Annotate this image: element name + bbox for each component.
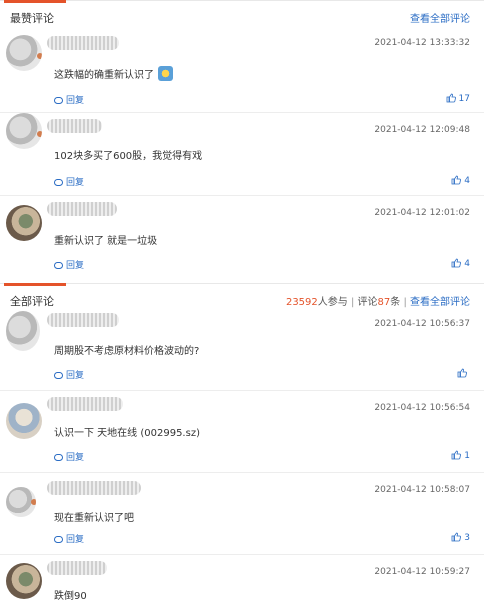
comments-count: 87 [377,297,391,308]
avatar[interactable] [6,487,36,517]
like-button[interactable]: 17 [446,93,470,104]
comment-item: 2021-04-12 10:56:37 周期股不考虑原材料价格波动的? 回复 [0,311,484,391]
view-all-comments-link[interactable]: 查看全部评论 [410,297,470,308]
level-badge [31,499,36,505]
comment-item: 2021-04-12 10:58:07 现在重新认识了吧 回复 3 [0,473,484,555]
all-comments-section: 全部评论 23592人参与 | 评论87条 | 查看全部评论 2021-04-1… [0,283,484,601]
top-comments-section: 最赞评论 查看全部评论 2021-04-12 13:33:32 这跌幅的确重新认… [0,0,484,283]
like-button[interactable] [457,368,470,379]
level-badge [37,53,42,59]
comment-time: 2021-04-12 12:01:02 [374,208,470,218]
comment-text: 跌倒90 [54,591,87,601]
thumbs-up-icon [446,93,456,103]
divider: | [403,297,407,308]
top-comments-header: 最赞评论 查看全部评论 [0,0,484,28]
comment-item: 2021-04-12 12:01:02 重新认识了 就是一垃圾 回复 4 [0,196,484,282]
comment-text: 认识一下 天地在线 (002995.sz) [54,428,200,439]
like-button[interactable]: 4 [451,175,470,186]
like-button[interactable]: 4 [451,258,470,269]
reply-button[interactable]: 回复 [54,450,84,463]
username-redacted[interactable] [47,313,119,327]
comment-time: 2021-04-12 10:59:27 [374,567,470,577]
avatar[interactable] [6,35,42,71]
comment-time: 2021-04-12 10:58:07 [374,485,470,495]
section-accent-bar [4,283,66,286]
username-redacted[interactable] [47,397,123,411]
speech-bubble-icon [54,454,63,461]
section-accent-bar [4,0,66,3]
avatar[interactable] [6,113,42,149]
comment-text: 102块多买了600股，我觉得有戏 [54,151,203,162]
participants-count: 23592 [285,297,318,308]
emoji-icon [158,66,173,81]
reply-button[interactable]: 回复 [54,368,84,381]
thumbs-up-icon [451,175,462,185]
participants-label: 人参与 [317,297,348,308]
comment-time: 2021-04-12 10:56:37 [374,319,470,329]
all-comments-header: 全部评论 23592人参与 | 评论87条 | 查看全部评论 [0,283,484,311]
comment-text: 现在重新认识了吧 [54,513,134,524]
speech-bubble-icon [54,179,63,186]
username-redacted[interactable] [47,202,117,216]
comment-time: 2021-04-12 12:09:48 [374,125,470,135]
comment-text: 这跌幅的确重新认识了 [54,66,173,81]
avatar[interactable] [6,563,42,599]
comment-text: 重新认识了 就是一垃圾 [54,236,158,247]
speech-bubble-icon [54,536,63,543]
like-button[interactable]: 1 [451,450,470,461]
avatar[interactable] [6,403,42,439]
section-title: 全部评论 [10,295,54,308]
comments-label-suffix: 条 [390,297,401,308]
avatar[interactable] [6,311,40,351]
comment-item: 2021-04-12 10:59:27 跌倒90 [0,555,484,601]
comment-time: 2021-04-12 13:33:32 [374,38,470,48]
username-redacted[interactable] [47,36,119,50]
thumbs-up-icon [457,368,467,378]
comment-item: 2021-04-12 12:09:48 102块多买了600股，我觉得有戏 回复… [0,113,484,196]
thumbs-up-icon [451,450,462,460]
reply-button[interactable]: 回复 [54,258,84,271]
username-redacted[interactable] [47,481,141,495]
comment-stats: 23592人参与 | 评论87条 | 查看全部评论 [286,293,470,308]
comments-label: 评论 [357,297,378,308]
speech-bubble-icon [54,262,63,269]
username-redacted[interactable] [47,119,102,133]
thumbs-up-icon [451,258,462,268]
avatar[interactable] [6,205,42,241]
divider: | [350,297,355,308]
speech-bubble-icon [54,97,63,104]
section-title: 最赞评论 [10,12,54,25]
reply-button[interactable]: 回复 [54,93,84,106]
comment-text: 周期股不考虑原材料价格波动的? [54,346,200,357]
reply-button[interactable]: 回复 [54,532,84,545]
reply-button[interactable]: 回复 [54,175,84,188]
view-all-comments-link[interactable]: 查看全部评论 [410,10,470,25]
comment-item: 2021-04-12 10:56:54 认识一下 天地在线 (002995.sz… [0,391,484,473]
level-badge [37,131,42,137]
comment-item: 2021-04-12 13:33:32 这跌幅的确重新认识了 回复 17 [0,28,484,113]
thumbs-up-icon [451,532,462,542]
username-redacted[interactable] [47,561,107,575]
comment-time: 2021-04-12 10:56:54 [374,403,470,413]
speech-bubble-icon [54,372,63,379]
like-button[interactable]: 3 [451,532,470,543]
